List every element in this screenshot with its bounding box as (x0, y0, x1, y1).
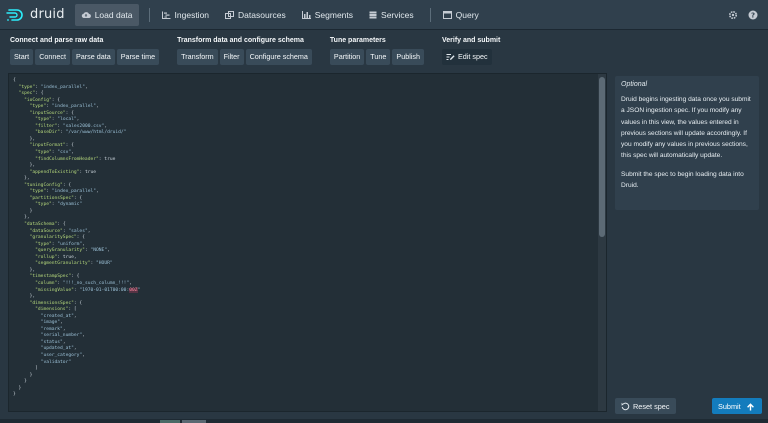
step-connect-button[interactable]: Connect (35, 49, 70, 65)
reset-icon (621, 402, 630, 410)
step-configure-schema-button[interactable]: Configure schema (245, 49, 312, 65)
bottom-bar (0, 419, 768, 423)
code-line: "baseDir": "/var/www/html/druid/" (35, 130, 127, 136)
step-group-title: Transform data and configure schema (177, 37, 304, 44)
nav-segments[interactable]: Segments (296, 4, 359, 26)
code-line: } (13, 392, 16, 398)
step-group-title: Connect and parse raw data (10, 37, 104, 44)
step-parse-data-button[interactable]: Parse data (71, 49, 115, 65)
step-transform-button[interactable]: Transform (177, 49, 218, 65)
step-partition-button[interactable]: Partition (329, 49, 365, 65)
nav-ingestion-label: Ingestion (174, 9, 210, 20)
gantt-chart-icon (161, 11, 171, 19)
info-title: Optional (621, 81, 648, 88)
multi-select-icon (225, 10, 235, 19)
info-paragraph: Submit the spec to begin loading data in… (621, 170, 744, 190)
submit-label: Submit (718, 401, 741, 411)
druid-logo[interactable]: druid (6, 7, 65, 22)
step-group-title: Tune parameters (329, 37, 386, 44)
application-icon (442, 10, 452, 19)
nav-datasources-label: Datasources (238, 9, 286, 20)
spec-json-code[interactable]: { "type": "index_parallel", "spec": { "i… (13, 78, 140, 399)
stacked-chart-icon (301, 10, 311, 19)
nav-services-label: Services (381, 9, 414, 20)
gear-icon[interactable] (728, 10, 738, 20)
top-navbar: druid Load data Ingestion Datasources Se… (0, 0, 768, 30)
step-edit-spec-button[interactable]: Edit spec (441, 49, 492, 65)
nav-query-label: Query (455, 9, 479, 20)
help-icon[interactable]: ? (748, 10, 758, 20)
nav-segments-label: Segments (314, 9, 354, 20)
nav-divider (429, 7, 431, 22)
nav-datasources[interactable]: Datasources (219, 4, 292, 26)
step-edit-spec-label: Edit spec (457, 52, 488, 61)
info-callout: Optional Druid begins ingesting data onc… (615, 76, 759, 210)
edit-spec-icon (446, 54, 455, 60)
submit-button[interactable]: Submit (712, 398, 762, 414)
nav-load-data[interactable]: Load data (74, 3, 139, 26)
nav-query[interactable]: Query (437, 4, 485, 26)
step-publish-button[interactable]: Publish (392, 49, 424, 65)
step-group-verify-submit: Verify and submit Edit spec (441, 31, 501, 69)
reset-spec-label: Reset spec (633, 401, 670, 411)
reset-spec-button[interactable]: Reset spec (615, 398, 676, 414)
nav-ingestion[interactable]: Ingestion (156, 4, 216, 26)
wizard-steps: Connect and parse raw data Start Connect… (0, 31, 768, 69)
nav-divider (148, 7, 150, 22)
step-start-button[interactable]: Start (10, 49, 34, 65)
step-parse-time-button[interactable]: Parse time (116, 49, 160, 65)
druid-logo-icon (6, 8, 23, 21)
editor-scrollbar[interactable] (598, 74, 606, 411)
step-filter-button[interactable]: Filter (219, 49, 244, 65)
cloud-upload-icon (746, 402, 754, 410)
database-icon (369, 11, 377, 18)
nav-load-data-label: Load data (94, 9, 133, 20)
editor-scrollbar-thumb[interactable] (599, 77, 605, 237)
step-group-connect-parse: Connect and parse raw data Start Connect… (10, 31, 160, 69)
svg-text:?: ? (751, 11, 755, 19)
step-group-transform-schema: Transform data and configure schema Tran… (177, 31, 312, 69)
cloud-upload-icon (81, 11, 91, 18)
step-group-title: Verify and submit (441, 37, 501, 44)
nav-services[interactable]: Services (363, 4, 420, 26)
step-group-tune: Tune parameters Partition Tune Publish (329, 31, 424, 69)
app-name: druid (30, 7, 65, 22)
step-tune-button[interactable]: Tune (366, 49, 391, 65)
info-paragraph: Druid begins ingesting data once you sub… (621, 96, 751, 160)
spec-editor[interactable]: { "type": "index_parallel", "spec": { "i… (8, 73, 607, 412)
